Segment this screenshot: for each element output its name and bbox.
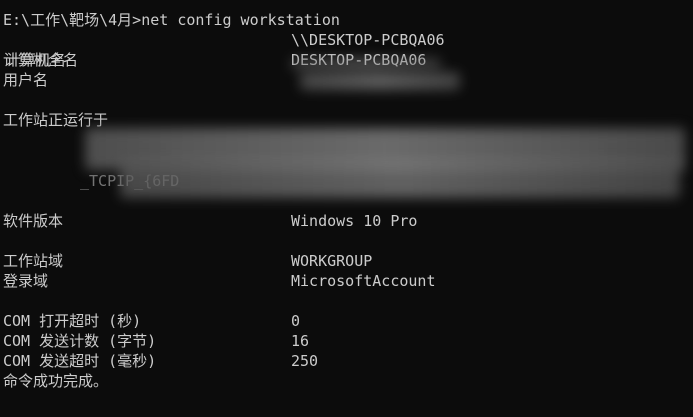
redaction-blur <box>300 72 460 90</box>
row-value: 16 <box>291 332 310 350</box>
row-label: 用户名 <box>3 71 49 89</box>
row-label: 工作站域 <box>3 252 64 270</box>
row-value: WORKGROUP <box>291 252 373 270</box>
row-value: 0 <box>291 312 301 330</box>
row-label: 软件版本 <box>3 212 64 230</box>
redaction-blur <box>120 160 680 198</box>
row-label: 计算机全名 <box>3 51 79 69</box>
row-value: 250 <box>291 352 319 370</box>
info-row: 计算机名 <box>3 30 66 69</box>
row-value: Windows 10 Pro <box>291 212 418 230</box>
row-label: 工作站正运行于 <box>3 111 109 129</box>
row-label: COM 发送超时 (毫秒) <box>3 352 157 370</box>
command-prompt-line: E:\工作\靶场\4月>net config workstation <box>3 11 340 29</box>
row-label: 登录域 <box>3 272 49 290</box>
row-label: COM 发送计数 (字节) <box>3 332 157 350</box>
row-value: MicrosoftAccount <box>291 272 436 290</box>
row-value: \\DESKTOP-PCBQA06 <box>291 31 445 49</box>
redaction-blur <box>291 58 441 70</box>
row-label: COM 打开超时 (秒) <box>3 312 142 330</box>
terminal-window: E:\工作\靶场\4月>net config workstation 计算机名 … <box>0 0 693 417</box>
completion-message: 命令成功完成。 <box>3 372 109 390</box>
